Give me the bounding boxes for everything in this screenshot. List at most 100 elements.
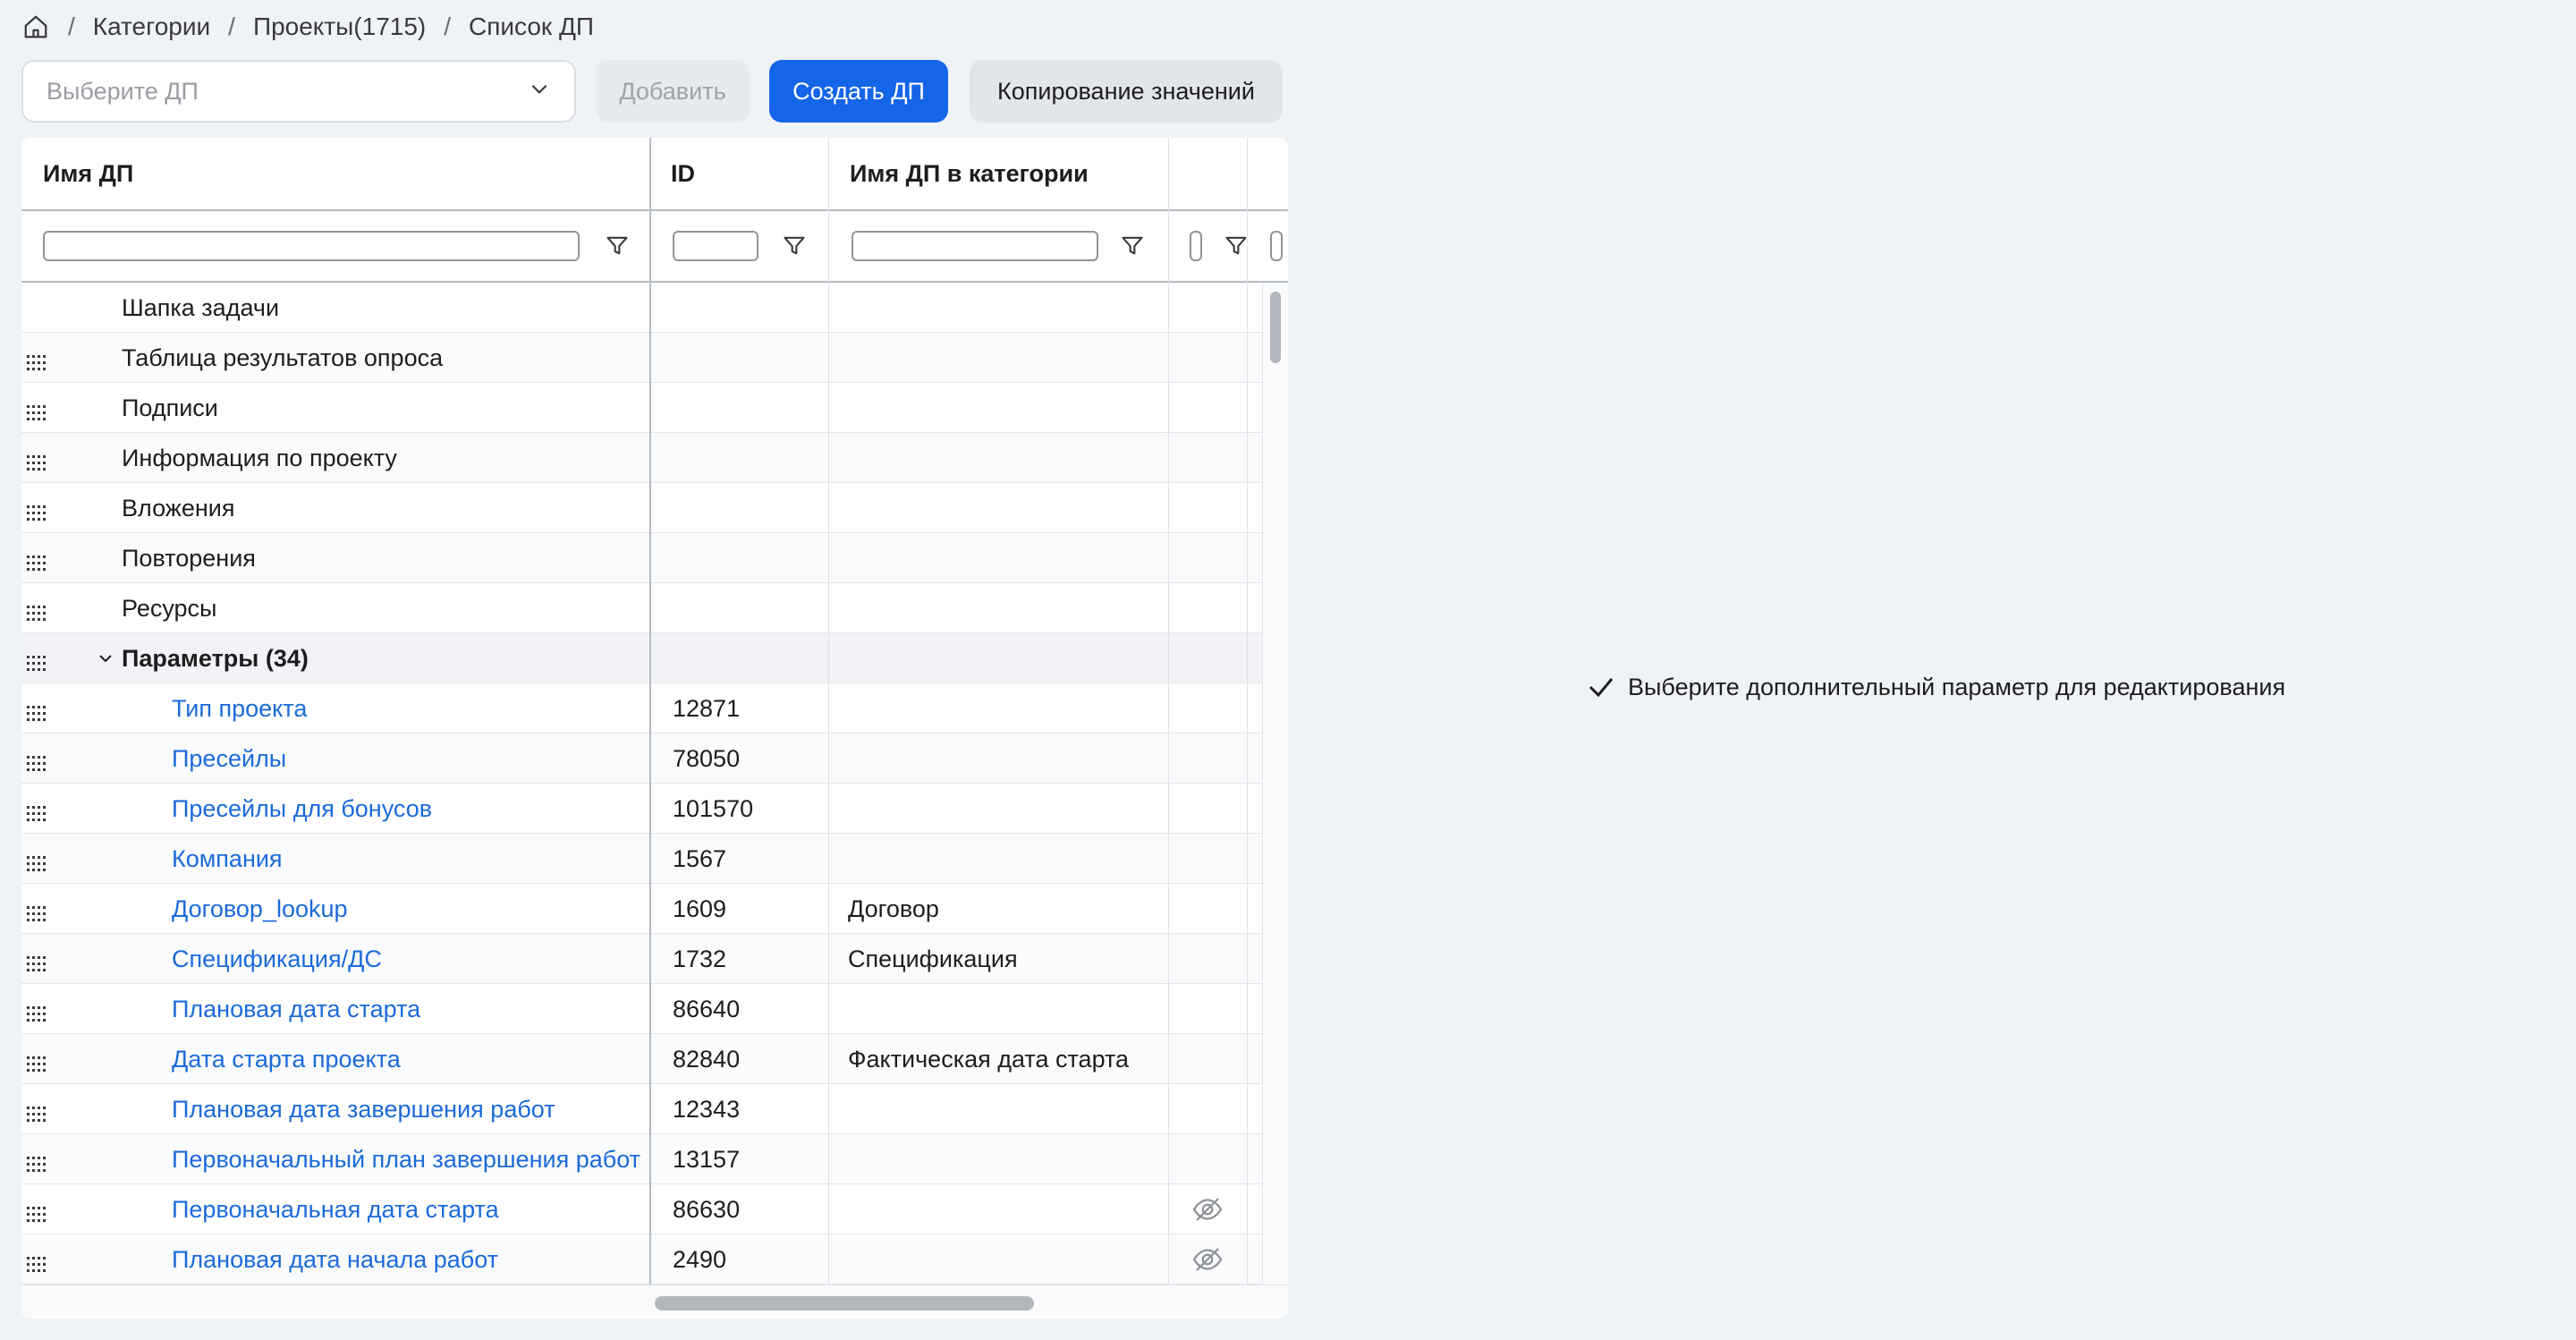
filter-icon[interactable]: [1120, 233, 1145, 258]
drag-handle-icon[interactable]: [25, 700, 47, 721]
drag-handle-icon[interactable]: [25, 1000, 47, 1022]
table-row[interactable]: Пресейлы 78050: [21, 734, 1263, 784]
toolbar: Выберите ДП Добавить Создать ДП Копирова…: [21, 59, 1283, 123]
check-icon: [1589, 678, 1614, 698]
dp-select[interactable]: Выберите ДП: [21, 60, 576, 123]
breadcrumb-projects[interactable]: Проекты(1715): [253, 13, 426, 41]
drag-handle-icon[interactable]: [25, 649, 47, 671]
column-divider: [1168, 138, 1169, 1285]
dp-name-cell[interactable]: Спецификация/ДС: [172, 934, 648, 984]
dp-name-cell[interactable]: Пресейлы: [172, 734, 648, 784]
dp-name-cell[interactable]: Первоначальная дата старта: [172, 1184, 648, 1234]
breadcrumb: / Категории / Проекты(1715) / Список ДП: [21, 11, 594, 43]
drag-handle-icon[interactable]: [25, 900, 47, 921]
id-filter-input[interactable]: [673, 231, 758, 261]
table-row[interactable]: Первоначальная дата старта 86630: [21, 1184, 1263, 1234]
extra-filter-input[interactable]: [1190, 231, 1202, 261]
dp-name-cell[interactable]: Плановая дата старта: [172, 984, 648, 1034]
filter-icon[interactable]: [782, 233, 807, 258]
name-filter-input[interactable]: [43, 231, 580, 261]
category-name-filter-input[interactable]: [852, 231, 1098, 261]
dp-id-cell: 12343: [673, 1095, 741, 1123]
dp-name-cell[interactable]: Плановая дата начала работ: [172, 1234, 648, 1285]
drag-handle-icon[interactable]: [25, 1150, 47, 1172]
table-group-row[interactable]: Параметры (34): [21, 633, 1263, 683]
drag-handle-icon[interactable]: [25, 349, 47, 370]
dp-name-cell[interactable]: Пресейлы для бонусов: [172, 784, 648, 834]
table-row[interactable]: Спецификация/ДС 1732 Спецификация: [21, 934, 1263, 984]
dp-category-name-cell: Договор: [848, 895, 939, 922]
horizontal-scrollbar[interactable]: [21, 1285, 1288, 1319]
table-row[interactable]: Тип проекта 12871: [21, 683, 1263, 734]
drag-handle-icon[interactable]: [25, 449, 47, 471]
copy-values-button[interactable]: Копирование значений: [970, 60, 1283, 123]
dp-category-name-cell: Фактическая дата старта: [848, 1045, 1130, 1073]
column-header-name[interactable]: Имя ДП: [21, 138, 649, 209]
dp-id-cell: 1732: [673, 945, 727, 972]
drag-handle-icon[interactable]: [25, 499, 47, 521]
table-row[interactable]: Дата старта проекта 82840 Фактическая дата…: [21, 1034, 1263, 1084]
table-row[interactable]: Первоначальный план завершения работ 1315…: [21, 1134, 1263, 1184]
table-row[interactable]: Шапка задачи: [21, 283, 1263, 333]
chevron-down-icon[interactable]: [95, 648, 116, 669]
dp-name-cell[interactable]: Тип проекта: [172, 683, 648, 734]
dp-table: Имя ДП ID Имя ДП в категории Шапка задач…: [21, 138, 1288, 1319]
table-row[interactable]: Информация по проекту: [21, 433, 1263, 483]
filter-icon[interactable]: [605, 233, 630, 258]
table-row[interactable]: Ресурсы: [21, 583, 1263, 633]
column-divider: [828, 138, 829, 1285]
column-header-category-name[interactable]: Имя ДП в категории: [828, 138, 1168, 209]
vertical-scrollbar[interactable]: [1262, 283, 1288, 1285]
dp-id-cell: 1567: [673, 844, 727, 872]
column-divider: [649, 138, 651, 1319]
horizontal-scrollbar-thumb[interactable]: [655, 1296, 1034, 1310]
drag-handle-icon[interactable]: [25, 399, 47, 420]
create-dp-button[interactable]: Создать ДП: [769, 60, 948, 123]
dp-name-cell: Информация по проекту: [122, 444, 397, 471]
table-row[interactable]: Плановая дата старта 86640: [21, 984, 1263, 1034]
dp-id-cell: 78050: [673, 744, 741, 772]
extra-filter-input[interactable]: [1270, 231, 1283, 261]
breadcrumb-categories[interactable]: Категории: [93, 13, 210, 41]
drag-handle-icon[interactable]: [25, 599, 47, 621]
table-row[interactable]: Плановая дата завершения работ 12343: [21, 1084, 1263, 1134]
eye-off-icon[interactable]: [1190, 1243, 1225, 1276]
filter-icon[interactable]: [1224, 233, 1249, 258]
table-row[interactable]: Подписи: [21, 383, 1263, 433]
table-row[interactable]: Таблица результатов опроса: [21, 333, 1263, 383]
dp-name-cell[interactable]: Компания: [172, 834, 648, 884]
dp-select-placeholder: Выберите ДП: [47, 77, 199, 105]
dp-name-cell[interactable]: Дата старта проекта: [172, 1034, 648, 1084]
breadcrumb-separator: /: [228, 13, 235, 40]
drag-handle-icon[interactable]: [25, 850, 47, 871]
dp-name-cell: Ресурсы: [122, 594, 217, 622]
drag-handle-icon[interactable]: [25, 1100, 47, 1122]
drag-handle-icon[interactable]: [25, 950, 47, 971]
table-row[interactable]: Вложения: [21, 483, 1263, 533]
home-icon[interactable]: [21, 13, 50, 41]
dp-name-cell[interactable]: Первоначальный план завершения работ: [172, 1134, 648, 1184]
drag-handle-icon[interactable]: [25, 1251, 47, 1272]
dp-id-cell: 86630: [673, 1195, 741, 1223]
drag-handle-icon[interactable]: [25, 549, 47, 571]
dp-name-cell[interactable]: Договор_lookup: [172, 884, 648, 934]
drag-handle-icon[interactable]: [25, 1050, 47, 1072]
vertical-scrollbar-thumb[interactable]: [1270, 292, 1281, 363]
table-row[interactable]: Плановая дата начала работ 2490: [21, 1234, 1263, 1285]
drag-handle-icon[interactable]: [25, 750, 47, 771]
column-header-id[interactable]: ID: [649, 138, 828, 209]
breadcrumb-separator: /: [68, 13, 75, 40]
table-row[interactable]: Компания 1567: [21, 834, 1263, 884]
drag-handle-icon[interactable]: [25, 800, 47, 821]
table-row[interactable]: Договор_lookup 1609 Договор: [21, 884, 1263, 934]
table-header: Имя ДП ID Имя ДП в категории: [21, 138, 1288, 211]
dp-name-cell[interactable]: Плановая дата завершения работ: [172, 1084, 648, 1134]
table-row[interactable]: Повторения: [21, 533, 1263, 583]
dp-name-cell: Повторения: [122, 544, 256, 572]
eye-off-icon[interactable]: [1190, 1193, 1225, 1226]
filter-row: [21, 209, 1288, 283]
table-row[interactable]: Пресейлы для бонусов 101570: [21, 784, 1263, 834]
add-button[interactable]: Добавить: [596, 60, 750, 123]
drag-handle-icon[interactable]: [25, 1200, 47, 1222]
column-header-extra[interactable]: [1168, 138, 1247, 209]
